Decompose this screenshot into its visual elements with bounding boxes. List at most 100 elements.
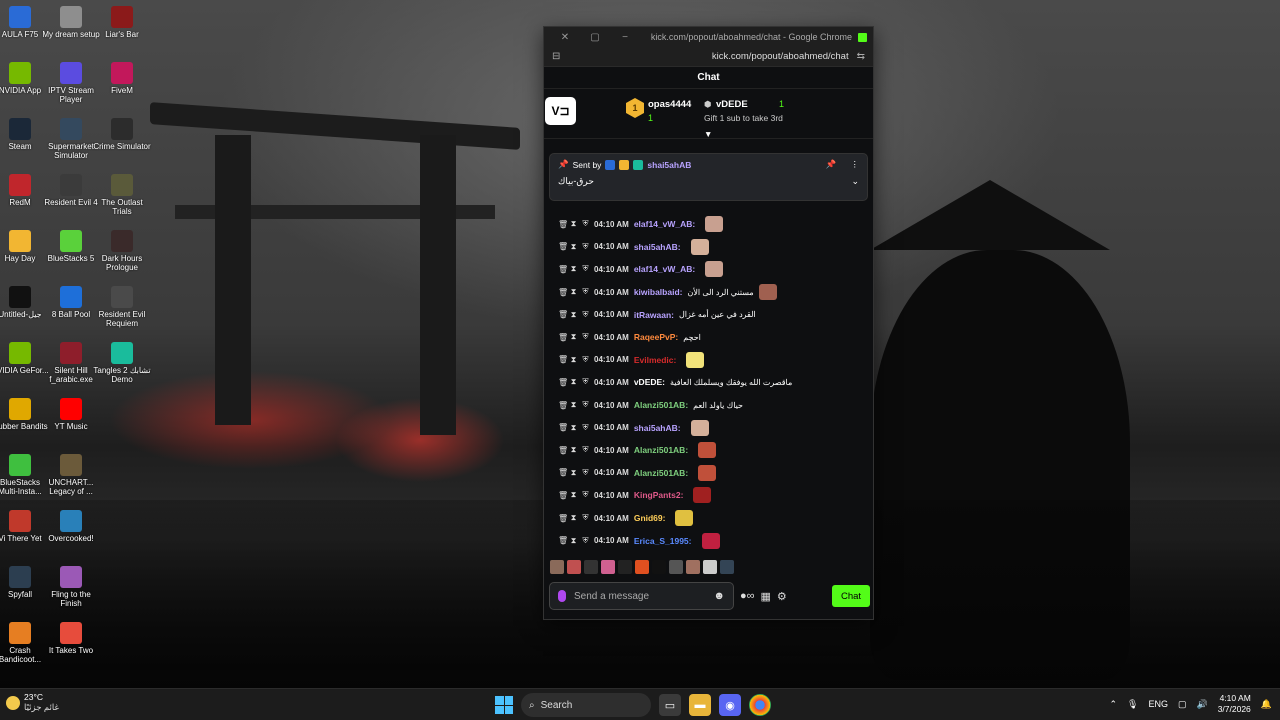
desktop-shortcut[interactable]: IPTV Stream Player <box>43 60 99 116</box>
chat-message[interactable]: 🗑 ⧗ ⛨ 04:10 AM Gnid69: <box>544 507 875 530</box>
ban-shield-icon[interactable]: ⛨ <box>582 423 589 433</box>
desktop-shortcut[interactable]: UNCHART... Legacy of ... <box>43 452 99 508</box>
emote-icon[interactable] <box>652 560 666 574</box>
desktop-shortcut[interactable]: Dark Hours Prologue <box>94 228 150 284</box>
message-username[interactable]: elaf14_vW_AB: <box>634 219 695 229</box>
file-explorer-icon[interactable]: ▬ <box>689 694 711 716</box>
delete-message-icon[interactable]: 🗑 <box>558 310 568 319</box>
message-username[interactable]: Gnid69: <box>634 513 666 523</box>
desktop-shortcut[interactable]: YT Music <box>43 396 99 452</box>
send-chat-button[interactable]: Chat <box>832 585 870 607</box>
desktop-shortcut[interactable]: Liar's Bar <box>94 4 150 60</box>
clock[interactable]: 4:10 AM 3/7/2026 <box>1218 693 1251 715</box>
delete-message-icon[interactable]: 🗑 <box>558 333 568 342</box>
unpin-icon[interactable]: 📌 <box>826 159 837 170</box>
delete-message-icon[interactable]: 🗑 <box>558 536 568 545</box>
emote-icon[interactable] <box>618 560 632 574</box>
leader-1-name[interactable]: opas4444 <box>648 99 691 110</box>
taskbar-search[interactable]: ⌕ Search <box>521 693 651 717</box>
timeout-icon[interactable]: ⧗ <box>570 377 577 387</box>
delete-message-icon[interactable]: 🗑 <box>558 468 568 477</box>
emote-icon[interactable] <box>720 560 734 574</box>
timeout-icon[interactable]: ⧗ <box>570 490 577 500</box>
timeout-icon[interactable]: ⧗ <box>570 513 577 523</box>
desktop-shortcut[interactable]: BlueStacks 5 <box>43 228 99 284</box>
message-username[interactable]: Alanzi501AB: <box>634 445 688 455</box>
desktop-shortcut[interactable]: It Takes Two <box>43 620 99 676</box>
timeout-icon[interactable]: ⧗ <box>570 264 577 274</box>
chat-message[interactable]: 🗑 ⧗ ⛨ 04:10 AM Alanzi501AB: حياك ياولد العم <box>544 394 875 417</box>
delete-message-icon[interactable]: 🗑 <box>558 288 568 297</box>
ban-shield-icon[interactable]: ⛨ <box>582 242 589 252</box>
delete-message-icon[interactable]: 🗑 <box>558 401 568 410</box>
message-username[interactable]: shai5ahAB: <box>634 423 681 433</box>
ban-shield-icon[interactable]: ⛨ <box>582 400 589 410</box>
leader-2-name[interactable]: vDEDE <box>716 99 748 110</box>
timeout-icon[interactable]: ⧗ <box>570 400 577 410</box>
network-icon[interactable]: ▢ <box>1178 699 1187 710</box>
desktop-shortcut[interactable]: Fling to the Finish <box>43 564 99 620</box>
emote-icon[interactable] <box>669 560 683 574</box>
more-options-icon[interactable]: ⋮ <box>851 159 860 170</box>
chat-message[interactable]: 🗑 ⧗ ⛨ 04:10 AM Alanzi501AB: <box>544 439 875 462</box>
mic-icon[interactable] <box>558 590 566 602</box>
site-info-icon[interactable]: ⊟ <box>552 51 560 62</box>
close-icon[interactable]: ✕ <box>550 32 580 43</box>
message-username[interactable]: Erica_S_1995: <box>634 536 692 546</box>
timeout-icon[interactable]: ⧗ <box>570 468 577 478</box>
message-username[interactable]: vDEDE: <box>634 377 665 387</box>
message-username[interactable]: kiwibalbaid: <box>634 287 683 297</box>
chat-message[interactable]: 🗑 ⧗ ⛨ 04:10 AM elaf14_vW_AB: <box>544 258 875 281</box>
ban-shield-icon[interactable]: ⛨ <box>582 513 589 523</box>
delete-message-icon[interactable]: 🗑 <box>558 355 568 364</box>
desktop-shortcut[interactable]: The Outlast Trials <box>94 172 150 228</box>
chat-message[interactable]: 🗑 ⧗ ⛨ 04:10 AM RaqeePvP: احچم <box>544 326 875 349</box>
emote-icon[interactable] <box>686 560 700 574</box>
message-username[interactable]: RaqeePvP: <box>634 332 678 342</box>
ban-shield-icon[interactable]: ⛨ <box>582 219 589 229</box>
delete-message-icon[interactable]: 🗑 <box>558 242 568 251</box>
chat-input[interactable]: Send a message ☻ <box>549 582 734 610</box>
minimize-icon[interactable]: − <box>610 32 640 43</box>
chat-message[interactable]: 🗑 ⧗ ⛨ 04:10 AM shai5ahAB: <box>544 416 875 439</box>
windows-start-icon[interactable] <box>495 696 513 714</box>
timeout-icon[interactable]: ⧗ <box>570 423 577 433</box>
gift-icon[interactable]: ▦ <box>761 590 771 603</box>
maximize-icon[interactable]: ▢ <box>580 32 610 43</box>
ban-shield-icon[interactable]: ⛨ <box>582 287 589 297</box>
desktop-shortcut[interactable]: Tangles 2 تشابك Demo <box>93 340 151 396</box>
ban-shield-icon[interactable]: ⛨ <box>582 377 589 387</box>
chat-message[interactable]: 🗑 ⧗ ⛨ 04:10 AM Alanzi501AB: <box>544 462 875 485</box>
desktop-shortcut[interactable]: Resident Evil Requiem <box>94 284 150 340</box>
timeout-icon[interactable]: ⧗ <box>570 355 577 365</box>
chat-message[interactable]: 🗑 ⧗ ⛨ 04:10 AM itRawaan: القرد في عين أمه غزا… <box>544 303 875 326</box>
ban-shield-icon[interactable]: ⛨ <box>582 264 589 274</box>
tune-icon[interactable]: ⇆ <box>857 51 865 62</box>
desktop-shortcut[interactable]: Resident Evil 4 <box>43 172 99 228</box>
desktop-shortcut[interactable]: Silent Hill f_arabic.exe <box>43 340 99 396</box>
ban-shield-icon[interactable]: ⛨ <box>582 536 589 546</box>
discord-icon[interactable]: ◉ <box>719 694 741 716</box>
delete-message-icon[interactable]: 🗑 <box>558 265 568 274</box>
timeout-icon[interactable]: ⧗ <box>570 242 577 252</box>
delete-message-icon[interactable]: 🗑 <box>558 491 568 500</box>
delete-message-icon[interactable]: 🗑 <box>558 514 568 523</box>
desktop-shortcut[interactable]: Overcooked! <box>43 508 99 564</box>
desktop-shortcut[interactable]: My dream setup <box>42 4 100 60</box>
task-view-icon[interactable]: ▭ <box>659 694 681 716</box>
kick-logo-button[interactable]: V⊐ <box>545 97 576 125</box>
collapse-leaderboard-icon[interactable]: ▼ <box>704 129 712 139</box>
chat-message-list[interactable]: 🗑 ⧗ ⛨ 04:10 AM elaf14_vW_AB: 🗑 ⧗ ⛨ 04:10 AM shai5… <box>544 213 875 552</box>
chrome-icon[interactable] <box>749 694 771 716</box>
kicks-icon[interactable]: ●∞ <box>740 590 755 602</box>
ban-shield-icon[interactable]: ⛨ <box>582 355 589 365</box>
tray-overflow-icon[interactable]: ⌃ <box>1109 699 1117 710</box>
ban-shield-icon[interactable]: ⛨ <box>582 445 589 455</box>
desktop-shortcut[interactable]: 8 Ball Pool <box>43 284 99 340</box>
ban-shield-icon[interactable]: ⛨ <box>582 310 589 320</box>
timeout-icon[interactable]: ⧗ <box>570 536 577 546</box>
emote-icon[interactable] <box>703 560 717 574</box>
desktop-shortcut[interactable]: Crime Simulator <box>93 116 151 172</box>
volume-icon[interactable]: 🔊 <box>1196 699 1207 710</box>
timeout-icon[interactable]: ⧗ <box>570 287 577 297</box>
